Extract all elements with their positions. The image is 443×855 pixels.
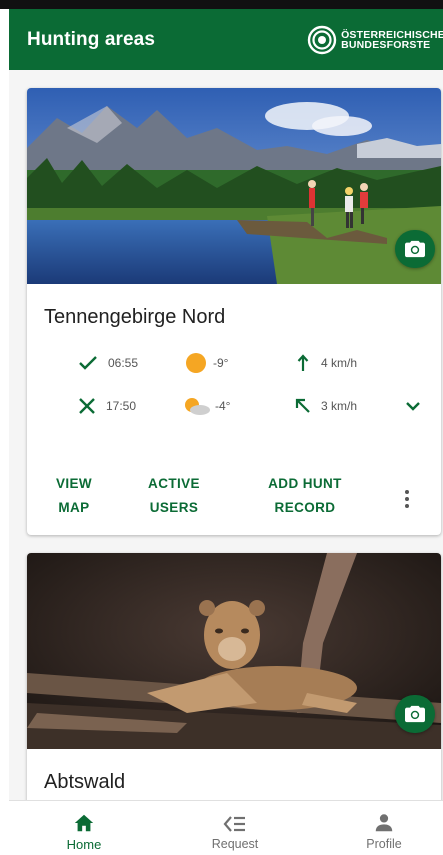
view-map-button[interactable]: VIEW MAP	[41, 472, 107, 520]
wind-evening-info: 3 km/h	[295, 398, 357, 414]
mountain-lake-image	[27, 88, 441, 284]
view-map-label-2: MAP	[58, 500, 90, 515]
area-name: Abtswald	[44, 771, 126, 793]
chevron-down-icon	[406, 402, 420, 411]
card-actions: VIEW MAP ACTIVE USERS ADD HUNT RECORD	[27, 472, 441, 528]
more-options-button[interactable]	[397, 484, 417, 514]
status-bar	[0, 0, 443, 9]
add-hunt-record-button[interactable]: ADD HUNT RECORD	[259, 472, 351, 520]
close-icon	[79, 398, 95, 414]
wind-evening: 3 km/h	[321, 399, 358, 413]
nav-request[interactable]: Request	[175, 801, 295, 855]
hunting-area-card[interactable]: Abtswald	[27, 553, 441, 800]
active-users-label-2: USERS	[149, 500, 199, 515]
more-vert-icon	[405, 490, 409, 494]
add-photo-button[interactable]	[395, 230, 435, 268]
arrow-up-left-icon	[295, 398, 310, 413]
wind-morning: 4 km/h	[321, 356, 358, 370]
area-name: Tennengebirge Nord	[44, 306, 226, 328]
temp-evening-info: -4°	[183, 397, 230, 415]
request-icon	[223, 816, 245, 832]
hunting-areas-list[interactable]: Tennengebirge Nord 06:55 17:50 -9° -4° 4…	[9, 70, 443, 800]
check-icon	[79, 356, 97, 370]
camera-icon	[405, 705, 425, 723]
page-title: Hunting areas	[27, 28, 155, 50]
nav-home[interactable]: Home	[24, 801, 144, 855]
area-photo	[27, 553, 441, 749]
sun-icon	[186, 353, 206, 373]
partly-cloudy-icon	[185, 398, 210, 415]
arrow-up-icon	[297, 354, 309, 371]
sunrise-info: 06:55	[78, 355, 138, 371]
wind-morning-info: 4 km/h	[297, 354, 357, 372]
nav-request-label: Request	[211, 837, 259, 851]
camera-icon	[405, 240, 425, 258]
lion-image	[27, 553, 441, 749]
sunset-info: 17:50	[78, 398, 136, 414]
hunting-area-card[interactable]: Tennengebirge Nord 06:55 17:50 -9° -4° 4…	[27, 88, 441, 535]
nav-home-label: Home	[66, 837, 102, 852]
expand-weather-button[interactable]	[405, 399, 421, 411]
temp-morning: -9°	[213, 356, 229, 370]
temp-morning-info: -9°	[185, 352, 228, 374]
sunset-time: 17:50	[106, 399, 137, 413]
person-icon	[375, 814, 393, 832]
bottom-navigation: Home Request Profile	[9, 800, 443, 855]
brand-logo: ÖSTERREICHISCHE BUNDESFORSTE	[307, 25, 443, 55]
view-map-label-1: VIEW	[55, 476, 93, 491]
left-edge	[0, 70, 9, 854]
temp-evening: -4°	[215, 399, 231, 413]
active-users-label-1: ACTIVE	[148, 476, 200, 491]
brand-line-2: BUNDESFORSTE	[341, 38, 431, 51]
app-bar: Hunting areas ÖSTERREICHISCHE BUNDESFORS…	[9, 9, 443, 70]
add-photo-button[interactable]	[395, 695, 435, 733]
home-icon	[74, 814, 94, 832]
active-users-button[interactable]: ACTIVE USERS	[137, 472, 211, 520]
add-hunt-label-1: ADD HUNT	[268, 476, 342, 491]
brand-line-1: ÖSTERREICHISCHE	[341, 28, 443, 41]
nav-profile[interactable]: Profile	[324, 801, 443, 855]
nav-profile-label: Profile	[366, 837, 402, 851]
area-photo	[27, 88, 441, 284]
sunrise-time: 06:55	[108, 356, 139, 370]
add-hunt-label-2: RECORD	[274, 500, 336, 515]
brand-swirl-icon	[307, 25, 337, 54]
